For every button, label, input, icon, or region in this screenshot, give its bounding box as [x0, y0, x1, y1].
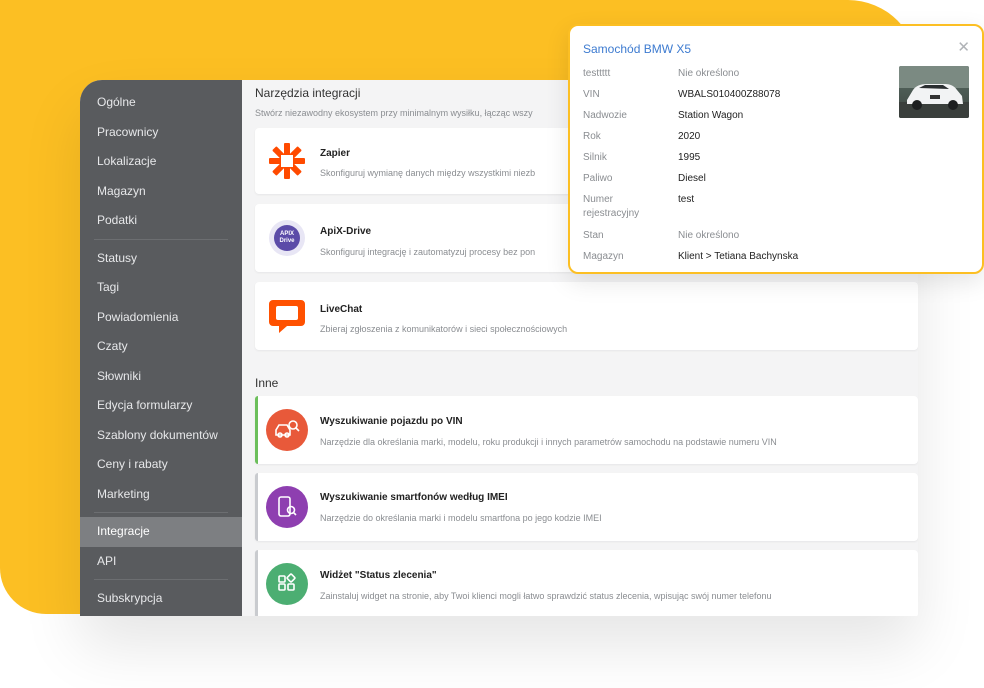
detail-label: Numer rejestracyjny: [583, 194, 640, 219]
phone-search-icon: [265, 485, 309, 529]
sidebar-item-czaty[interactable]: Czaty: [80, 332, 242, 362]
detail-value: 2020: [678, 131, 701, 142]
sidebar-item-podatki[interactable]: Podatki: [80, 206, 242, 236]
card-indicator: [255, 473, 258, 541]
sidebar-item-integracje[interactable]: Integracje: [80, 517, 242, 547]
detail-value: Nie określono: [678, 68, 740, 79]
tool-description: Zainstaluj widget na stronie, aby Twoi k…: [320, 591, 772, 601]
sidebar-item-powiadomienia[interactable]: Powiadomienia: [80, 303, 242, 333]
detail-value: 1995: [678, 152, 701, 163]
widget-icon: [265, 562, 309, 606]
popup-title: Samochód BMW X5: [583, 42, 692, 56]
detail-label: Stan: [583, 230, 604, 241]
sidebar-item-pracownicy[interactable]: Pracownicy: [80, 118, 242, 148]
sidebar-item-edycja-formularzy[interactable]: Edycja formularzy: [80, 391, 242, 421]
sidebar-item-slowniki[interactable]: Słowniki: [80, 362, 242, 392]
tool-card-vin[interactable]: Wyszukiwanie pojazdu po VIN Narzędzie dl…: [255, 396, 918, 464]
section-title-other: Inne: [255, 376, 279, 390]
tool-card-status-widget[interactable]: Widżet "Status zlecenia" Zainstaluj widg…: [255, 550, 918, 616]
detail-label: testtttt: [583, 68, 611, 79]
card-indicator: [255, 550, 258, 616]
detail-value: WBALS010400Z88078: [678, 89, 781, 100]
detail-value: Klient > Tetiana Bachynska: [678, 251, 799, 262]
detail-value: Diesel: [678, 173, 706, 184]
detail-label: Paliwo: [583, 173, 613, 184]
detail-value: Nie określono: [678, 230, 740, 241]
detail-label: Magazyn: [583, 251, 624, 262]
tool-title: Widżet "Status zlecenia": [320, 570, 437, 581]
apix-drive-icon: APIX Drive: [265, 216, 309, 260]
tool-card-imei[interactable]: Wyszukiwanie smartfonów według IMEI Narz…: [255, 473, 918, 541]
close-icon[interactable]: ✕: [957, 38, 970, 56]
tool-title: Wyszukiwanie pojazdu po VIN: [320, 416, 463, 427]
sidebar-item-marketing[interactable]: Marketing: [80, 480, 242, 510]
sidebar-item-api[interactable]: API: [80, 547, 242, 577]
integration-description: Zbieraj zgłoszenia z komunikatorów i sie…: [320, 324, 568, 334]
sidebar-item-statusy[interactable]: Statusy: [80, 244, 242, 274]
sidebar-item-ceny-i-rabaty[interactable]: Ceny i rabaty: [80, 450, 242, 480]
detail-label: Rok: [583, 131, 601, 142]
tool-description: Narzędzie dla określania marki, modelu, …: [320, 437, 777, 447]
sidebar-item-lokalizacje[interactable]: Lokalizacje: [80, 147, 242, 177]
active-indicator: [255, 396, 258, 464]
sidebar-item-szablony-dokumentow[interactable]: Szablony dokumentów: [80, 421, 242, 451]
sidebar-divider: [94, 238, 228, 240]
detail-value: test: [678, 194, 695, 205]
sidebar: Ogólne Pracownicy Lokalizacje Magazyn Po…: [80, 80, 242, 616]
vehicle-details-popup: Samochód BMW X5 ✕ testtttt Nie określono…: [568, 24, 984, 274]
detail-value: Station Wagon: [678, 110, 744, 121]
car-search-icon: [265, 408, 309, 452]
car-photo: [899, 66, 969, 118]
sidebar-divider: [94, 579, 228, 580]
integration-description: Skonfiguruj integrację i zautomatyzuj pr…: [320, 247, 536, 257]
sidebar-item-ogolne[interactable]: Ogólne: [80, 88, 242, 118]
integration-description: Skonfiguruj wymianę danych między wszyst…: [320, 168, 536, 178]
detail-label: Silnik: [583, 152, 607, 163]
sidebar-item-magazyn[interactable]: Magazyn: [80, 177, 242, 207]
integration-title: Zapier: [320, 148, 351, 159]
livechat-icon: [265, 294, 309, 338]
sidebar-divider: [94, 512, 228, 513]
tool-description: Narzędzie do określania marki i modelu s…: [320, 513, 602, 523]
integration-title: ApiX-Drive: [320, 226, 372, 237]
zapier-icon: [265, 139, 309, 183]
tool-title: Wyszukiwanie smartfonów według IMEI: [320, 492, 508, 503]
apix-drive-logo-text: APIX Drive: [274, 225, 300, 251]
detail-label: Nadwozie: [583, 110, 627, 121]
sidebar-item-tagi[interactable]: Tagi: [80, 273, 242, 303]
detail-label: VIN: [583, 89, 600, 100]
integration-title: LiveChat: [320, 304, 363, 315]
integration-card-livechat[interactable]: LiveChat Zbieraj zgłoszenia z komunikato…: [255, 282, 918, 350]
sidebar-item-subskrypcja[interactable]: Subskrypcja: [80, 584, 242, 614]
